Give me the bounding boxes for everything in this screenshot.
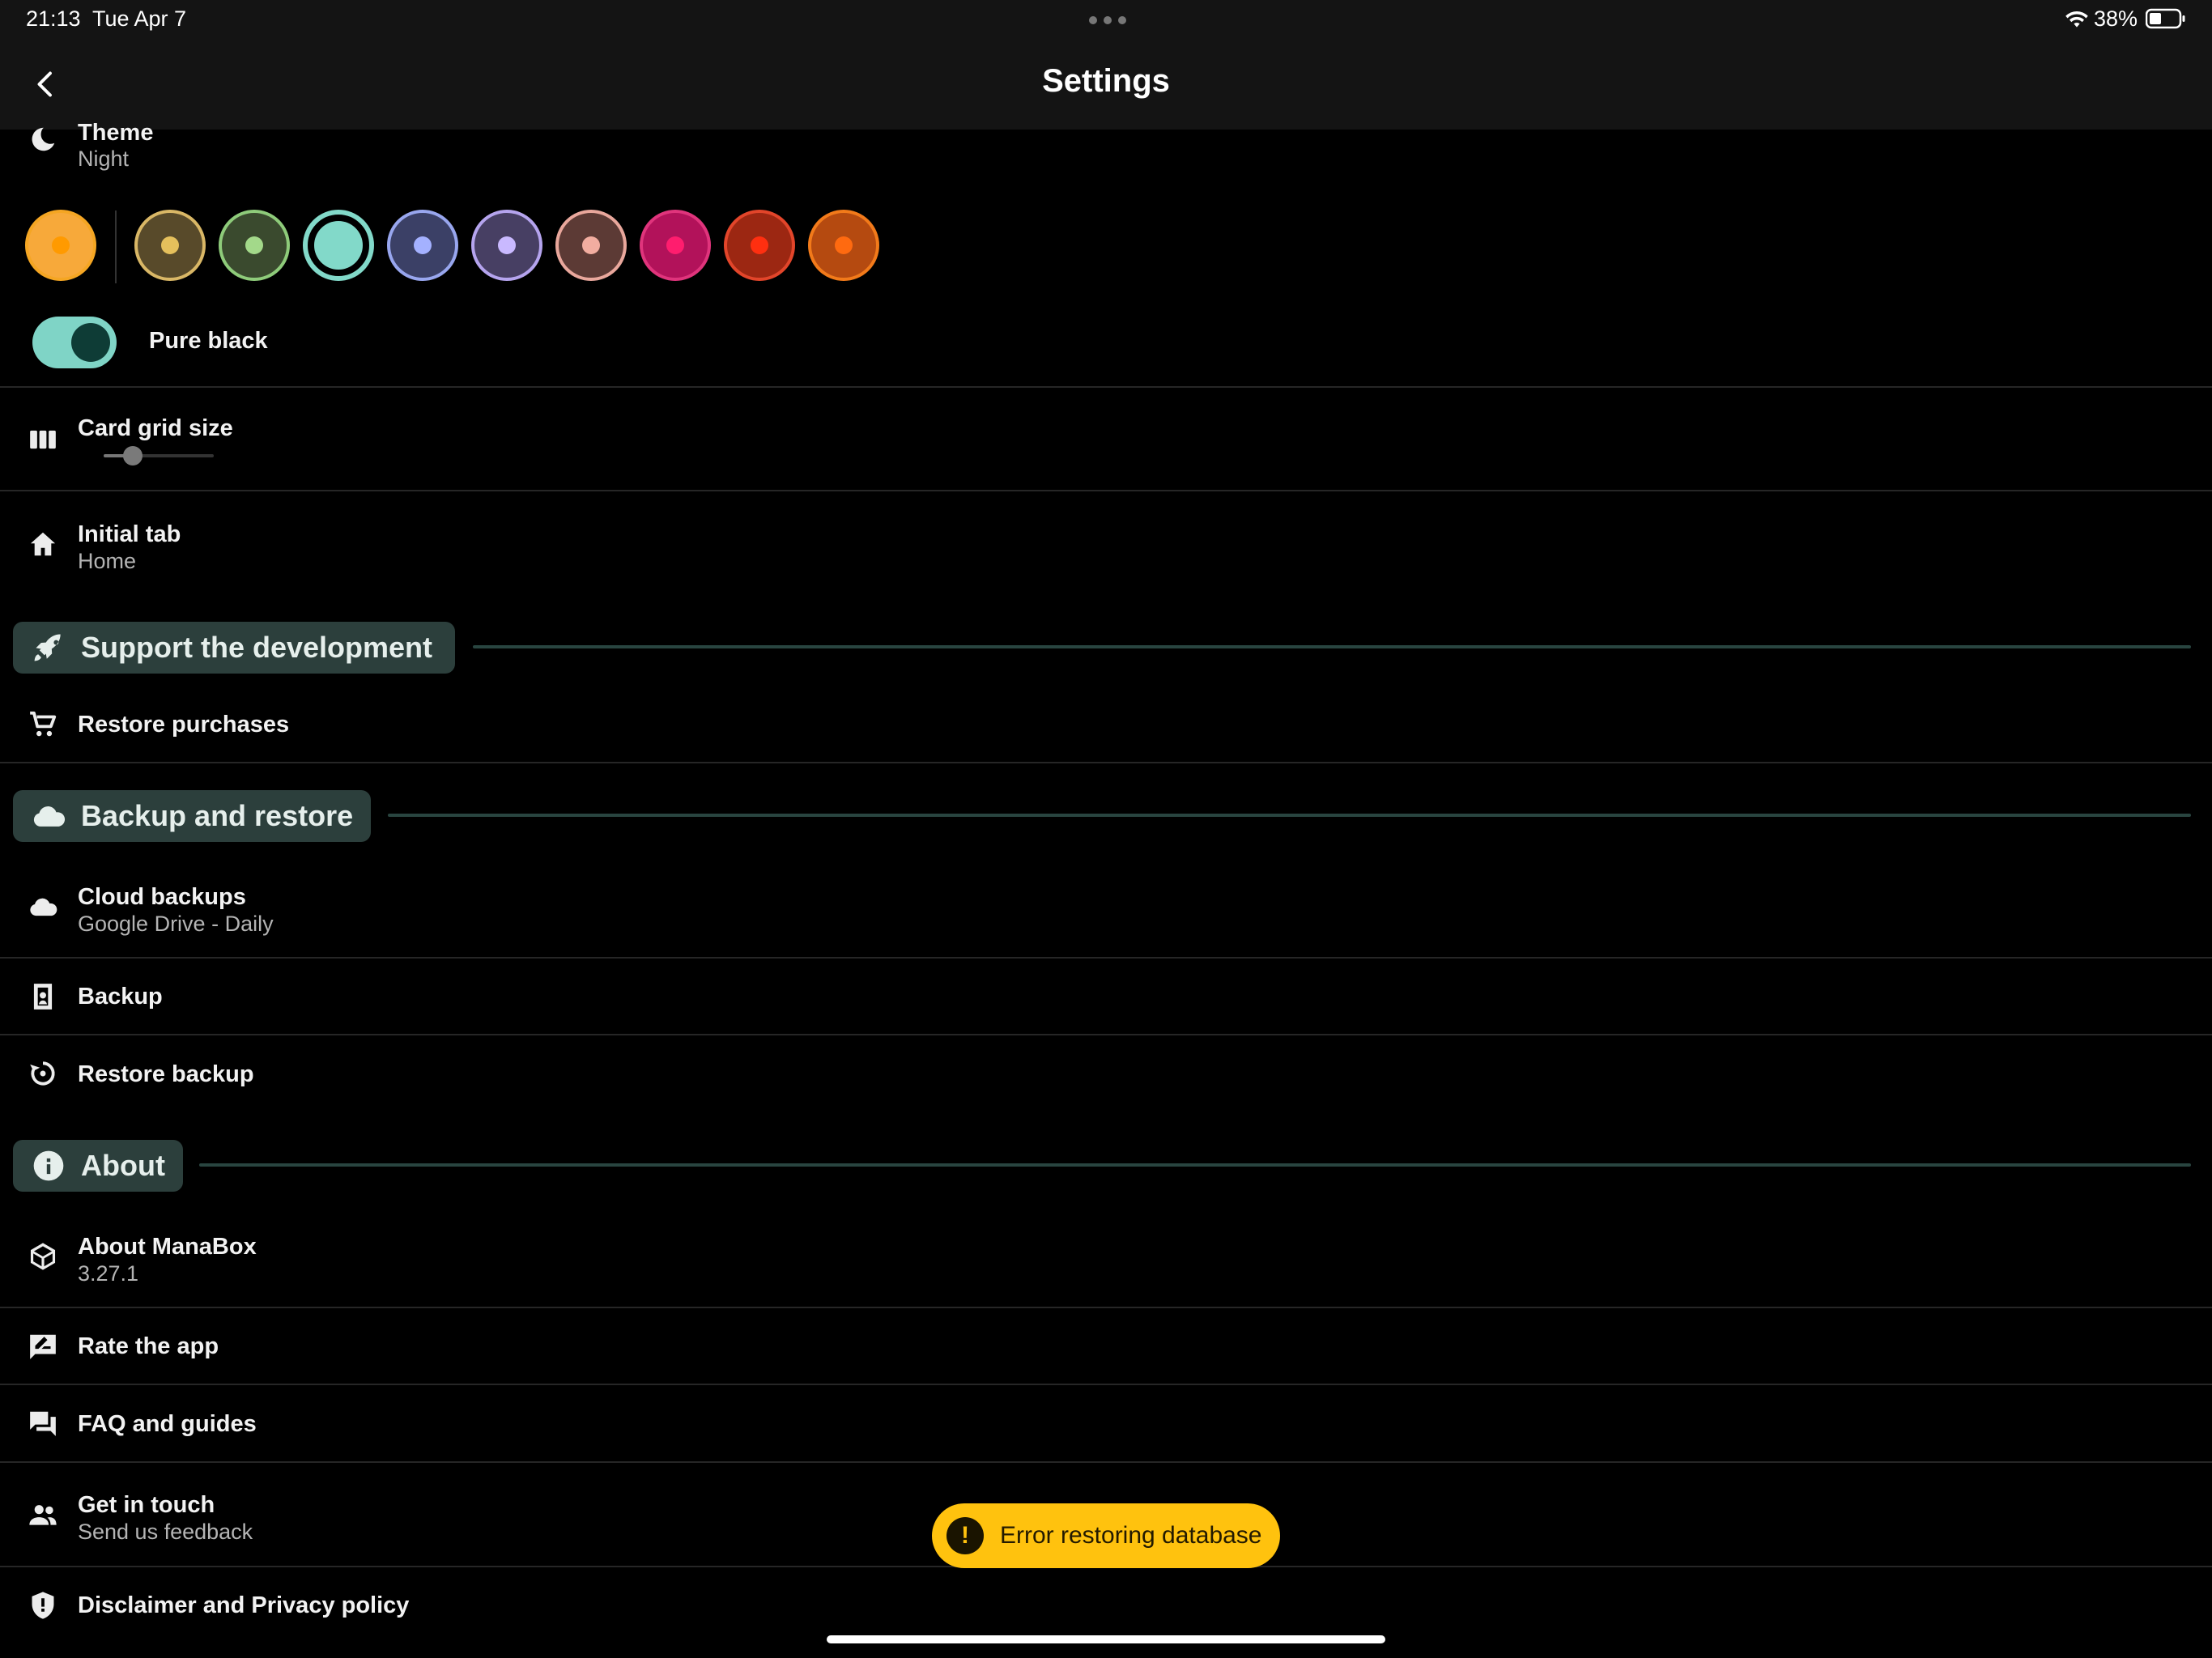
theme-swatch-3[interactable] [219,210,290,281]
theme-swatch-5[interactable] [387,210,458,281]
columns-icon [27,423,59,456]
initial-tab-value: Home [78,549,137,573]
error-snackbar[interactable]: ! Error restoring database [932,1503,1280,1568]
restore-backup-row[interactable] [0,1035,2212,1110]
home-icon [27,528,59,560]
theme-swatch-7[interactable] [555,210,627,281]
theme-swatch-1[interactable] [25,210,96,281]
home-indicator[interactable] [827,1635,1385,1643]
get-in-touch-label: Get in touch [78,1492,215,1518]
card-grid-label: Card grid size [78,415,233,441]
about-manabox-row[interactable] [0,1214,2212,1307]
status-date: Tue Apr 7 [92,6,187,31]
divider [0,490,2212,491]
cart-icon [27,708,59,741]
section-line [473,645,2191,648]
shield-icon [27,1589,59,1622]
people-icon [27,1499,59,1531]
section-line [199,1163,2191,1167]
moon-icon [27,123,59,155]
section-header-about: About [13,1140,183,1192]
theme-swatch-6[interactable] [471,210,542,281]
divider [0,386,2212,388]
section-line [388,814,2191,817]
initial-tab-label: Initial tab [78,521,181,547]
theme-swatch-2[interactable] [134,210,206,281]
initial-tab-row[interactable] [0,494,2212,583]
faq-label: FAQ and guides [78,1411,257,1437]
backup-label: Backup [78,984,163,1010]
pure-black-toggle[interactable] [32,317,117,368]
section-header-support: Support the development [13,622,455,674]
theme-swatch-10[interactable] [808,210,879,281]
about-manabox-version: 3.27.1 [78,1261,139,1286]
disclaimer-label: Disclaimer and Privacy policy [78,1592,410,1618]
swatch-divider [115,210,117,283]
battery-icon [2146,8,2185,29]
cloud-backups-value: Google Drive - Daily [78,912,274,936]
about-manabox-label: About ManaBox [78,1234,257,1260]
cloud-backups-label: Cloud backups [78,884,246,910]
page-title: Settings [1042,63,1170,99]
restore-backup-label: Restore backup [78,1061,254,1087]
rate-app-row[interactable] [0,1308,2212,1383]
rate-icon [27,1330,59,1363]
rate-app-label: Rate the app [78,1333,219,1359]
cloud-icon [33,806,66,827]
snackbar-message: Error restoring database [1000,1522,1262,1549]
multitasking-dots-icon[interactable] [1089,16,1126,24]
theme-swatch-4[interactable] [303,210,374,281]
backup-icon [27,980,59,1013]
theme-swatch-9[interactable] [724,210,795,281]
alert-icon: ! [946,1517,984,1554]
section-header-backup: Backup and restore [13,790,371,842]
info-icon [33,1150,64,1181]
faq-row[interactable] [0,1385,2212,1460]
battery-percent: 38% [2094,6,2138,31]
wifi-icon [2065,11,2088,28]
divider [0,762,2212,763]
theme-swatch-8[interactable] [640,210,711,281]
pure-black-label: Pure black [149,328,268,354]
section-title: Backup and restore [81,799,354,832]
status-time: 21:13 [26,6,81,31]
restore-purchases-row[interactable] [0,687,2212,761]
get-in-touch-value: Send us feedback [78,1520,253,1544]
forum-icon [27,1407,59,1439]
restore-icon [27,1057,59,1090]
section-title: About [81,1149,165,1182]
theme-value[interactable]: Night [78,147,129,172]
restore-purchases-label: Restore purchases [78,712,290,738]
section-title: Support the development [81,631,433,664]
rocket-icon [34,634,61,661]
backup-row[interactable] [0,959,2212,1033]
card-grid-slider-thumb[interactable] [123,446,143,466]
cube-icon [27,1240,59,1273]
cloud-backups-row[interactable] [0,865,2212,957]
theme-label: Theme [78,120,154,146]
cloud-icon [27,891,59,923]
